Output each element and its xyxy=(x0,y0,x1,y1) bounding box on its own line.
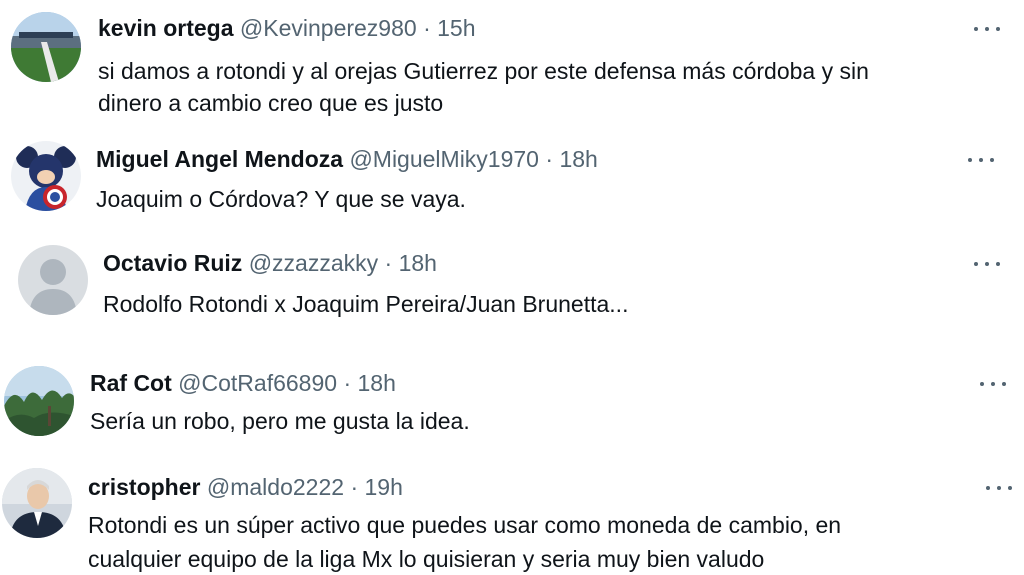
tweet-text-line: Rodolfo Rotondi x Joaquim Pereira/Juan B… xyxy=(103,291,629,317)
reply-tweet[interactable]: cristopher @maldo2222 · 19h Rotondi es u… xyxy=(0,460,1024,572)
stadium-photo-avatar xyxy=(11,12,81,82)
separator-dot: · xyxy=(423,15,431,41)
reply-tweet[interactable]: Octavio Ruiz @zzazzakky · 18h Rodolfo Ro… xyxy=(0,235,1024,350)
tweet-text-line: dinero a cambio creo que es justo xyxy=(98,90,444,116)
man-portrait-avatar xyxy=(2,468,72,538)
tweet-header: Miguel Angel Mendoza @MiguelMiky1970 · 1… xyxy=(96,144,598,174)
timestamp[interactable]: 19h xyxy=(365,474,403,500)
separator-dot: · xyxy=(343,370,352,396)
timestamp[interactable]: 18h xyxy=(399,250,437,276)
more-options-icon[interactable] xyxy=(980,380,1006,388)
default-user-avatar xyxy=(18,245,88,315)
user-avatar[interactable] xyxy=(11,141,81,211)
tweet-text-line: Sería un robo, pero me gusta la idea. xyxy=(90,408,470,434)
user-avatar[interactable] xyxy=(2,468,72,538)
user-handle[interactable]: @MiguelMiky1970 xyxy=(349,146,539,172)
user-avatar[interactable] xyxy=(4,366,74,436)
tweet-text-line: Rotondi es un súper activo que puedes us… xyxy=(88,512,842,538)
display-name[interactable]: Miguel Angel Mendoza xyxy=(96,146,343,172)
timestamp[interactable]: 15h xyxy=(437,15,475,41)
timestamp[interactable]: 18h xyxy=(559,146,597,172)
more-options-icon[interactable] xyxy=(986,484,1012,492)
display-name[interactable]: kevin ortega xyxy=(98,15,234,41)
user-handle[interactable]: @CotRaf66890 xyxy=(178,370,337,396)
display-name[interactable]: Octavio Ruiz xyxy=(103,250,242,276)
separator-dot: · xyxy=(545,146,554,172)
user-handle[interactable]: @Kevinperez980 xyxy=(240,15,417,41)
tweet-header: kevin ortega @Kevinperez980 · 15h xyxy=(98,13,476,43)
tweet-text-line: Joaquim o Córdova? Y que se vaya. xyxy=(96,186,466,212)
tweet-header: Raf Cot @CotRaf66890 · 18h xyxy=(90,368,396,398)
separator-dot: · xyxy=(384,250,393,276)
more-options-icon[interactable] xyxy=(968,156,994,164)
display-name[interactable]: cristopher xyxy=(88,474,200,500)
tweet-text-line: si damos a rotondi y al orejas Gutierrez… xyxy=(98,58,869,84)
reply-tweet[interactable]: Raf Cot @CotRaf66890 · 18h Sería un robo… xyxy=(0,350,1024,460)
captain-mickey-avatar xyxy=(11,141,81,211)
reply-tweet[interactable]: kevin ortega @Kevinperez980 · 15h si dam… xyxy=(0,0,1024,125)
more-options-icon[interactable] xyxy=(974,260,1000,268)
separator-dot: · xyxy=(350,474,359,500)
more-options-icon[interactable] xyxy=(974,25,1000,33)
trees-landscape-avatar xyxy=(4,366,74,436)
user-avatar[interactable] xyxy=(11,12,81,82)
tweet-header: Octavio Ruiz @zzazzakky · 18h xyxy=(103,248,437,278)
tweet-text-line: cualquier equipo de la liga Mx lo quisie… xyxy=(88,546,765,572)
reply-tweet[interactable]: Miguel Angel Mendoza @MiguelMiky1970 · 1… xyxy=(0,125,1024,235)
user-avatar[interactable] xyxy=(18,245,88,315)
user-handle[interactable]: @zzazzakky xyxy=(249,250,378,276)
tweet-header: cristopher @maldo2222 · 19h xyxy=(88,472,403,502)
user-handle[interactable]: @maldo2222 xyxy=(207,474,344,500)
timestamp[interactable]: 18h xyxy=(358,370,396,396)
display-name[interactable]: Raf Cot xyxy=(90,370,172,396)
